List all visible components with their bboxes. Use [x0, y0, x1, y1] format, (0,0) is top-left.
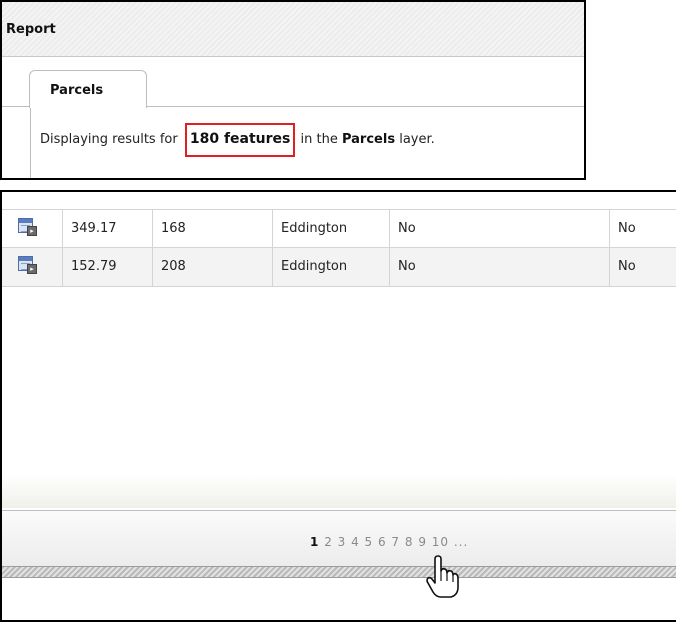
table-row[interactable]: ▸ 349.17 168 Eddington No No — [2, 209, 676, 248]
cell-field2: No — [609, 210, 676, 248]
cell-field1: No — [389, 248, 609, 286]
report-title: Report — [2, 2, 584, 57]
pagination[interactable]: 1 2 3 4 5 6 7 8 9 10 ... — [310, 535, 468, 549]
cell-field1: No — [389, 210, 609, 248]
result-summary: Displaying results for 180 features in t… — [30, 108, 586, 178]
cell-area: 152.79 — [62, 248, 152, 286]
splitter-bar[interactable] — [2, 566, 676, 578]
tab-strip: Parcels — [2, 57, 584, 108]
result-middle: in the — [296, 132, 342, 147]
result-suffix: layer. — [395, 132, 435, 147]
cell-town: Eddington — [272, 210, 389, 248]
layer-name: Parcels — [341, 132, 396, 147]
result-prefix: Displaying results for — [40, 132, 182, 147]
table-details-icon[interactable]: ▸ — [18, 218, 37, 236]
table-row[interactable]: ▸ 152.79 208 Eddington No No — [2, 248, 676, 287]
row-details-button[interactable]: ▸ — [2, 248, 62, 286]
row-details-button[interactable]: ▸ — [2, 210, 62, 248]
cell-number: 208 — [152, 248, 272, 286]
results-grid-panel: ▸ 349.17 168 Eddington No No ▸ 152.79 20… — [0, 190, 676, 622]
cell-field2: No — [609, 248, 676, 286]
report-panel: Report Parcels Displaying results for 18… — [0, 0, 586, 180]
feature-count: 180 features — [184, 123, 296, 157]
cell-town: Eddington — [272, 248, 389, 286]
page-current[interactable]: 1 — [310, 535, 319, 549]
cell-number: 168 — [152, 210, 272, 248]
grid-footer-band — [2, 474, 676, 508]
hand-pointer-icon — [426, 555, 459, 598]
cell-area: 349.17 — [62, 210, 152, 248]
page-links[interactable]: 2 3 4 5 6 7 8 9 10 ... — [324, 535, 468, 549]
table-details-icon[interactable]: ▸ — [18, 256, 37, 274]
pager-bar: 1 2 3 4 5 6 7 8 9 10 ... — [2, 510, 676, 566]
tab-parcels[interactable]: Parcels — [29, 70, 147, 108]
